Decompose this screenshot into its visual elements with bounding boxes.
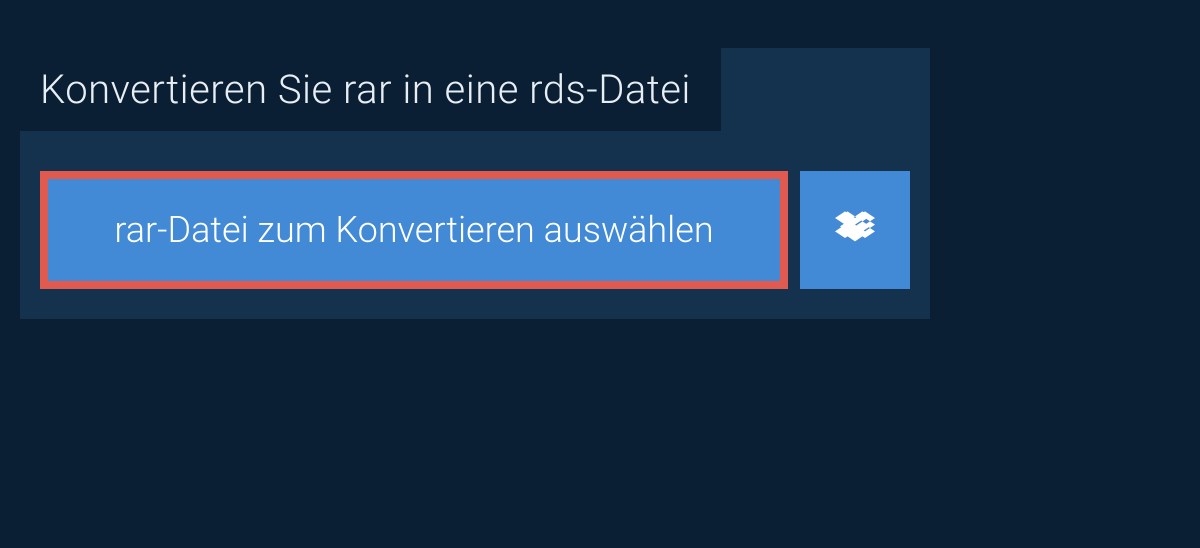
- select-file-label: rar-Datei zum Konvertieren auswählen: [114, 209, 713, 251]
- title-bar: Konvertieren Sie rar in eine rds-Datei: [20, 48, 721, 131]
- page-title: Konvertieren Sie rar in eine rds-Datei: [40, 66, 691, 113]
- select-file-button[interactable]: rar-Datei zum Konvertieren auswählen: [40, 171, 788, 289]
- dropbox-button[interactable]: [800, 171, 910, 289]
- dropbox-icon: [835, 208, 875, 252]
- button-row: rar-Datei zum Konvertieren auswählen: [20, 171, 930, 289]
- conversion-panel: Konvertieren Sie rar in eine rds-Datei r…: [20, 48, 930, 319]
